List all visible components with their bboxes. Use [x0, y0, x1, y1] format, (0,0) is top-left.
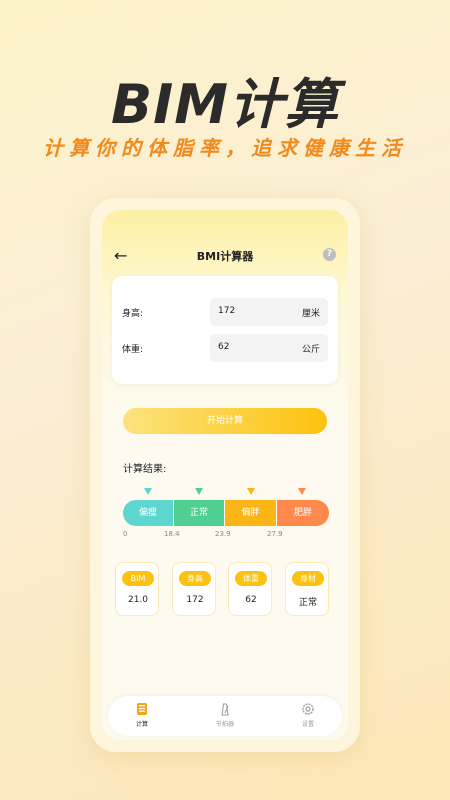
metronome-icon	[221, 703, 229, 716]
stat-label: 体重	[235, 571, 267, 586]
scale-tick: 23.9	[215, 530, 231, 538]
scale-segment-obese: 肥胖	[277, 500, 329, 526]
height-field[interactable]: 172 厘米	[210, 298, 328, 326]
overweight-marker-icon	[247, 488, 255, 495]
stat-value: 172	[186, 595, 204, 605]
help-icon[interactable]: ?	[323, 248, 336, 261]
scale-segment-overweight: 偏胖	[225, 500, 276, 526]
input-card: 身高: 172 厘米 体重: 62 公斤	[112, 276, 338, 384]
bottom-tab-bar: 计算 节拍器 设置	[108, 696, 342, 736]
weight-label: 体重:	[122, 345, 144, 355]
gear-icon	[302, 703, 314, 715]
scale-segment-underweight: 偏瘦	[123, 500, 173, 526]
stat-value: 正常	[298, 598, 317, 608]
start-calculate-button[interactable]: 开始计算	[123, 408, 327, 434]
tab-label: 计算	[135, 721, 148, 728]
stat-label: BIM	[122, 571, 154, 586]
scale-segment-normal: 正常	[174, 500, 224, 526]
stat-label: 身高	[179, 571, 211, 586]
page-title: BMI计算器	[196, 250, 254, 263]
stat-card-bmi: BIM 21.0	[115, 562, 159, 616]
tab-calculate[interactable]: 计算	[112, 700, 172, 734]
hero-subtitle: 计算你的体脂率，追求健康生活	[43, 136, 407, 160]
stat-card-height: 身高 172	[172, 562, 216, 616]
top-bar: ← BMI计算器 ?	[102, 244, 348, 266]
height-value: 172	[218, 306, 236, 316]
stat-label: 身材	[292, 571, 324, 586]
height-unit: 厘米	[301, 309, 320, 319]
hero-title: BIM计算	[111, 73, 339, 136]
tab-label: 节拍器	[215, 721, 234, 728]
obese-marker-icon	[298, 488, 306, 495]
weight-value: 62	[218, 342, 230, 352]
stat-value: 21.0	[127, 595, 149, 605]
bmi-scale: 偏瘦 正常 偏胖 肥胖	[123, 500, 329, 526]
scale-tick: 18.4	[164, 530, 180, 538]
height-row: 身高: 172 厘米	[122, 298, 328, 326]
normal-marker-icon	[195, 488, 203, 495]
weight-row: 体重: 62 公斤	[122, 334, 328, 362]
result-label: 计算结果:	[123, 464, 167, 475]
underweight-marker-icon	[144, 488, 152, 495]
tab-label: 设置	[301, 721, 314, 728]
stat-value: 62	[245, 595, 257, 605]
app-screen: ← BMI计算器 ? 身高: 172 厘米 体重: 62 公斤 开始计算 计算结…	[102, 210, 348, 740]
scale-tick: 0	[123, 530, 128, 538]
tab-settings[interactable]: 设置	[278, 700, 338, 734]
calculator-icon	[137, 703, 147, 715]
height-label: 身高:	[122, 309, 144, 319]
stat-card-body: 身材 正常	[285, 562, 329, 616]
weight-field[interactable]: 62 公斤	[210, 334, 328, 362]
weight-unit: 公斤	[301, 345, 320, 355]
phone-frame: ← BMI计算器 ? 身高: 172 厘米 体重: 62 公斤 开始计算 计算结…	[90, 198, 360, 752]
tab-metronome[interactable]: 节拍器	[195, 700, 255, 734]
scale-tick: 27.9	[267, 530, 283, 538]
stat-card-weight: 体重 62	[228, 562, 272, 616]
